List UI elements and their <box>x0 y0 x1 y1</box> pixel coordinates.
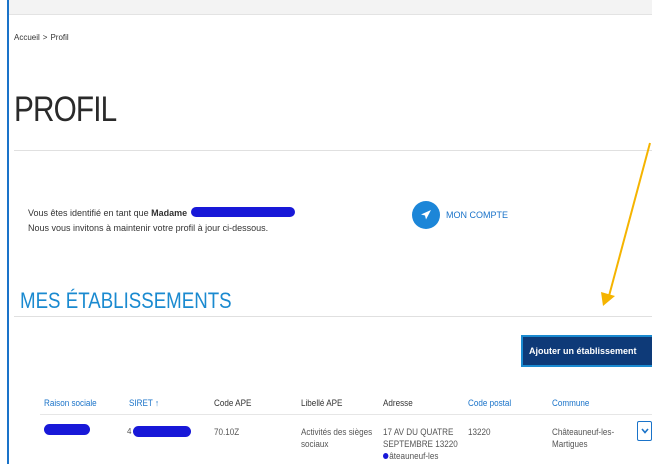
column-header-raison-sociale[interactable]: Raison sociale <box>44 398 97 408</box>
redacted-name <box>191 207 296 217</box>
column-header-code-ape: Code APE <box>214 398 252 408</box>
divider <box>14 316 652 317</box>
divider <box>14 150 652 151</box>
cell-adresse-line1: 17 AV DU QUATRE <box>383 427 454 437</box>
cell-commune: Châteauneuf-les- Martigues <box>552 426 614 450</box>
column-header-siret[interactable]: SIRET ↑ <box>129 398 159 408</box>
my-account-link[interactable]: MON COMPTE <box>412 201 508 229</box>
cell-adresse-line2: SEPTEMBRE 13220 <box>383 439 458 449</box>
identity-text: Vous êtes identifié en tant que Madame N… <box>28 206 296 236</box>
cell-code-ape: 70.10Z <box>214 427 240 437</box>
page-title: PROFIL <box>14 90 117 129</box>
cell-libelle-ape: Activités des sièges sociaux <box>301 426 372 450</box>
breadcrumb-separator: > <box>42 33 48 42</box>
siret-prefix: 4 <box>127 427 132 436</box>
breadcrumb-current: Profil <box>50 33 69 42</box>
redacted-siret <box>133 426 191 437</box>
siret-header-label[interactable]: SIRET <box>129 398 153 408</box>
left-frame-border <box>7 0 9 464</box>
cell-libelle-ape-line1: Activités des sièges <box>301 427 373 437</box>
establishments-title: MES ÉTABLISSEMENTS <box>20 288 232 313</box>
cell-libelle-ape-line2: sociaux <box>301 439 329 449</box>
column-header-commune[interactable]: Commune <box>552 398 589 408</box>
cell-adresse: 17 AV DU QUATRE SEPTEMBRE 13220 âteauneu… <box>383 426 458 462</box>
sort-asc-icon: ↑ <box>154 398 160 408</box>
column-header-adresse: Adresse <box>383 398 413 408</box>
add-establishment-button[interactable]: Ajouter un établissement <box>521 335 652 367</box>
redacted-raison-sociale <box>44 424 90 435</box>
browser-top-bar <box>7 0 652 15</box>
redacted-dot <box>383 453 389 459</box>
identity-civility: Madame <box>151 208 188 218</box>
identity-instruction: Nous vous invitons à maintenir votre pro… <box>28 223 269 233</box>
cell-adresse-line3: âteauneuf-les <box>383 450 458 462</box>
cell-code-postal: 13220 <box>468 427 491 437</box>
cell-commune-line1: Châteauneuf-les- <box>552 427 615 437</box>
table-header-divider <box>40 414 652 415</box>
column-header-code-postal[interactable]: Code postal <box>468 398 511 408</box>
cell-commune-line2: Martigues <box>552 439 588 449</box>
my-account-label[interactable]: MON COMPTE <box>446 210 508 220</box>
breadcrumb-home-link[interactable]: Accueil <box>14 33 40 42</box>
identity-prefix: Vous êtes identifié en tant que <box>28 208 149 218</box>
breadcrumb: Accueil > Profil <box>14 33 72 42</box>
row-expand-button[interactable] <box>637 421 652 441</box>
paper-plane-icon[interactable] <box>412 201 440 229</box>
column-header-libelle-ape: Libellé APE <box>301 398 343 408</box>
cell-adresse-line3-text: âteauneuf-les <box>389 451 439 461</box>
chevron-down-icon <box>640 428 649 434</box>
